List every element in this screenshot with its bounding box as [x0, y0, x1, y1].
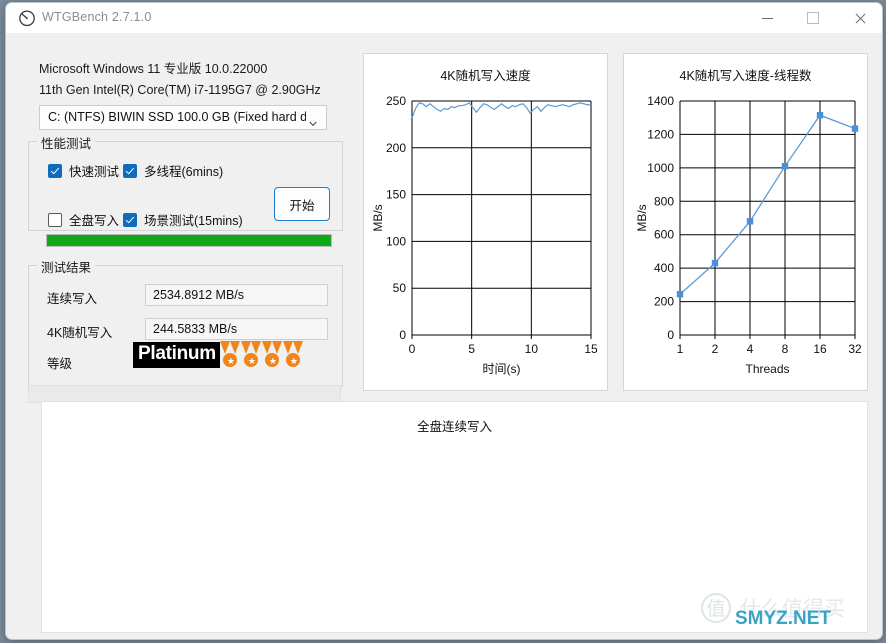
- svg-text:MB/s: MB/s: [635, 204, 649, 231]
- start-button[interactable]: 开始: [274, 187, 330, 221]
- sequential-write-label: 连续写入: [47, 292, 98, 306]
- window-title: WTGBench 2.7.1.0: [42, 10, 152, 24]
- checkbox-full-disk-write-box: [48, 212, 62, 227]
- svg-text:600: 600: [654, 228, 674, 242]
- checkbox-scene-test[interactable]: 场景测试(15mins): [123, 210, 243, 229]
- svg-text:0: 0: [667, 328, 674, 342]
- checkbox-quick-test-box: [48, 163, 62, 178]
- svg-text:MB/s: MB/s: [371, 204, 385, 231]
- svg-text:8: 8: [782, 342, 789, 356]
- drive-select-value: C: (NTFS) BIWIN SSD 100.0 GB (Fixed hard…: [48, 110, 306, 124]
- results-group-legend: 测试结果: [37, 257, 96, 276]
- checkbox-scene-test-label: 场景测试(15mins): [144, 214, 243, 228]
- checkbox-full-disk-write[interactable]: 全盘写入: [48, 210, 119, 229]
- full-disk-write-title: 全盘连续写入: [416, 420, 492, 434]
- svg-text:800: 800: [654, 194, 674, 208]
- checkbox-quick-test-label: 快速测试: [69, 165, 120, 179]
- close-button[interactable]: [836, 3, 882, 33]
- svg-text:1200: 1200: [647, 127, 674, 141]
- progress-bar: [46, 234, 332, 247]
- svg-text:200: 200: [654, 295, 674, 309]
- svg-text:15: 15: [584, 342, 598, 356]
- medal-icon: ★: [240, 341, 262, 369]
- minimize-button[interactable]: [744, 3, 790, 33]
- chart1-plot: 0 50 100 150 200 250 0 5 10 15 时间(s) MB/s: [371, 94, 598, 376]
- grade-badge: Platinum ★ ★ ★ ★: [133, 341, 304, 369]
- svg-text:时间(s): 时间(s): [483, 362, 521, 376]
- svg-text:Threads: Threads: [745, 362, 789, 376]
- svg-text:150: 150: [386, 188, 406, 202]
- svg-text:4: 4: [747, 342, 754, 356]
- cpu-info-text: 11th Gen Intel(R) Core(TM) i7-1195G7 @ 2…: [39, 83, 321, 97]
- svg-text:16: 16: [813, 342, 827, 356]
- svg-text:200: 200: [386, 141, 406, 155]
- screenshot-root: WTGBench 2.7.1.0 Microsoft Windows 11 专业…: [0, 0, 886, 643]
- application-window: WTGBench 2.7.1.0 Microsoft Windows 11 专业…: [5, 2, 883, 640]
- svg-text:50: 50: [393, 281, 407, 295]
- gauge-icon: [18, 9, 36, 27]
- chart2-plot: 0 200 400 600 800 1000 1200 1400 1 2 4 8 16 32 Threads…: [635, 94, 862, 376]
- svg-text:2: 2: [712, 342, 719, 356]
- maximize-button[interactable]: [790, 3, 836, 33]
- svg-text:32: 32: [848, 342, 862, 356]
- checkbox-multithread[interactable]: 多线程(6mins): [123, 161, 223, 180]
- grade-label: 等级: [47, 357, 73, 371]
- medal-icon: ★: [219, 341, 241, 369]
- sequential-write-value: 2534.8912 MB/s: [145, 284, 328, 306]
- checkbox-scene-test-box: [123, 212, 137, 227]
- maximize-icon: [807, 12, 819, 24]
- checkbox-multithread-box: [123, 163, 137, 178]
- full-disk-write-panel: 全盘连续写入: [41, 401, 868, 633]
- svg-text:0: 0: [399, 328, 406, 342]
- os-info-text: Microsoft Windows 11 专业版 10.0.22000: [39, 62, 268, 76]
- svg-text:250: 250: [386, 94, 406, 108]
- checkbox-quick-test[interactable]: 快速测试: [48, 161, 119, 180]
- drive-select[interactable]: C: (NTFS) BIWIN SSD 100.0 GB (Fixed hard…: [39, 105, 327, 130]
- svg-text:5: 5: [468, 342, 475, 356]
- minimize-icon: [761, 18, 773, 19]
- random-write-value: 244.5833 MB/s: [145, 318, 328, 340]
- chevron-down-icon: [309, 115, 317, 127]
- medal-icon: ★: [261, 341, 283, 369]
- checkbox-full-disk-write-label: 全盘写入: [69, 214, 120, 228]
- checkbox-multithread-label: 多线程(6mins): [144, 165, 224, 179]
- close-icon: [854, 13, 865, 24]
- random-write-label: 4K随机写入: [47, 326, 113, 340]
- client-area: Microsoft Windows 11 专业版 10.0.22000 11th…: [6, 33, 882, 638]
- medal-icon: ★: [282, 341, 304, 369]
- svg-text:1400: 1400: [647, 94, 674, 108]
- performance-group-legend: 性能测试: [37, 133, 96, 152]
- chart-panel-random-write-by-threads: 4K随机写入速度-线程数 0 200 400 600 800 1000 1200 1400 1 2…: [623, 53, 868, 391]
- svg-text:400: 400: [654, 261, 674, 275]
- progress-bar-fill: [47, 235, 331, 246]
- svg-text:10: 10: [525, 342, 539, 356]
- svg-text:1: 1: [677, 342, 684, 356]
- svg-text:1000: 1000: [647, 161, 674, 175]
- grade-value: Platinum: [133, 342, 220, 368]
- svg-text:100: 100: [386, 234, 406, 248]
- title-bar: WTGBench 2.7.1.0: [6, 3, 882, 34]
- chart-panel-random-write-over-time: 4K随机写入速度 0 50 100 150 200 250 0 5 10 15 时间(s) MB/s: [363, 53, 608, 391]
- svg-text:0: 0: [409, 342, 416, 356]
